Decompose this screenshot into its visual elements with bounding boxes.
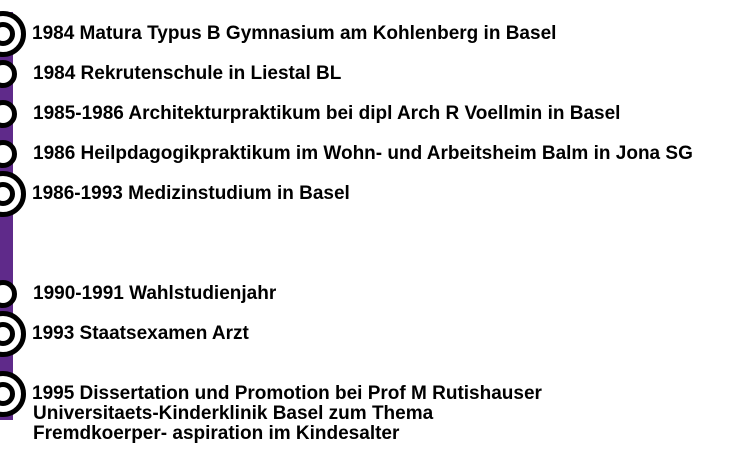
timeline-entry: 1995 Dissertation und Promotion bei Prof… (32, 384, 542, 444)
ring-marker-icon (0, 100, 17, 128)
ring-marker-icon (0, 60, 17, 88)
timeline-entry: 1985-1986 Architekturpraktikum bei dipl … (33, 103, 621, 124)
ring-marker-icon (0, 11, 26, 57)
timeline-entry: 1984 Rekrutenschule in Liestal BL (33, 63, 342, 84)
timeline-entry: 1986 Heilpdagogikpraktikum im Wohn- und … (33, 143, 693, 164)
ring-marker-icon (0, 311, 26, 357)
ring-marker-icon (0, 280, 17, 308)
ring-marker-icon (0, 140, 17, 168)
timeline-entry: 1993 Staatsexamen Arzt (32, 323, 249, 344)
entry-line: Universitaets-Kinderklinik Basel zum The… (33, 403, 434, 424)
ring-marker-icon (0, 371, 26, 417)
timeline-entry: 1984 Matura Typus B Gymnasium am Kohlenb… (32, 23, 557, 44)
ring-marker-icon (0, 171, 26, 217)
entry-line: Fremdkoerper- aspiration im Kindesalter (33, 423, 400, 444)
timeline-entry: 1986-1993 Medizinstudium in Basel (32, 183, 350, 204)
timeline-entry: 1990-1991 Wahlstudienjahr (33, 283, 277, 304)
entry-line: 1995 Dissertation und Promotion bei Prof… (32, 383, 542, 404)
